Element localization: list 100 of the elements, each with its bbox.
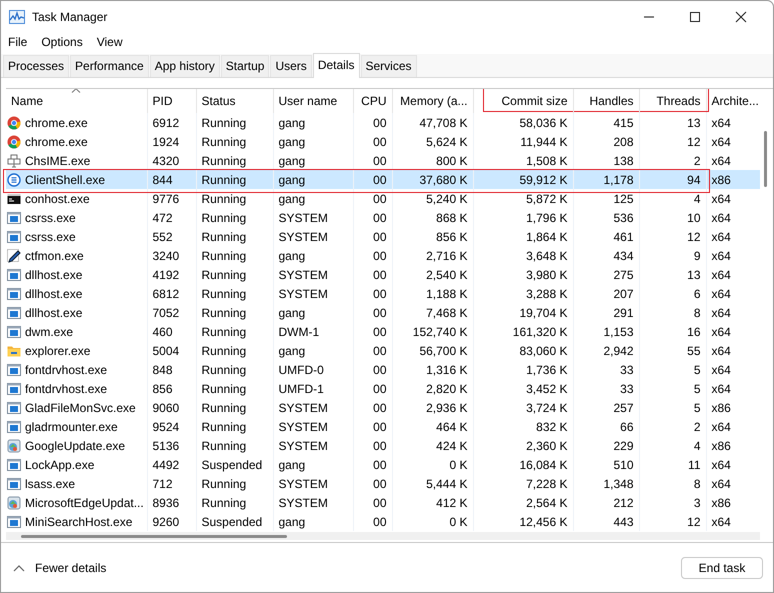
table-row[interactable]: dllhost.exe 6812 Running SYSTEM 00 1,188 K 3,288 K 207 6 x64 [6,284,760,303]
process-icon [7,230,21,244]
table-row[interactable]: GoogleUpdate.exe 5136 Running SYSTEM 00 424 K 2,360 K 229 4 x86 [6,436,760,455]
table-cell: 4192 [152,268,180,282]
table-cell: 00 [373,154,386,168]
table-row[interactable]: csrss.exe 472 Running SYSTEM 00 868 K 1,796 K 536 10 x64 [6,208,760,227]
table-cell: 00 [373,496,386,510]
table-cell: x86 [712,438,731,452]
table-cell: Running [202,496,246,510]
table-cell: 9060 [152,400,180,414]
table-row[interactable]: csrss.exe 552 Running SYSTEM 00 856 K 1,864 K 461 12 x64 [6,227,760,246]
table-row[interactable]: ClientShell.exe 844 Running gang 00 37,680 K 59,912 K 1,178 94 x86 [6,170,760,189]
table-cell: 5 [694,400,700,414]
table-cell: 94 [687,172,700,186]
table-row[interactable]: MicrosoftEdgeUpdat... 8936 Running SYSTEM 00 412 K 2,564 K 212 3 x86 [6,493,760,512]
table-cell: 58,036 K [519,116,568,130]
column-header[interactable]: Status [196,89,273,113]
table-cell: 412 K [436,496,468,510]
table-cell: DWM-1 [278,324,320,338]
tab[interactable]: Details [312,53,360,78]
table-cell: 00 [373,172,386,186]
menu-item[interactable]: View [92,35,126,49]
process-icon [7,286,21,300]
table-cell: Running [202,438,246,452]
table-row[interactable]: dllhost.exe 4192 Running SYSTEM 00 2,540 K 3,980 K 275 13 x64 [6,265,760,284]
table-cell: 2,936 K [426,400,468,414]
tab[interactable]: Startup [220,55,270,77]
table-cell: 00 [373,192,386,206]
menu-item[interactable]: File [4,35,32,49]
process-name: ChsIME.exe [25,154,90,168]
table-cell: 2 [694,420,700,434]
table-cell: 00 [373,514,386,528]
table-cell: 2 [694,154,700,168]
table-row[interactable]: dwm.exe 460 Running DWM-1 00 152,740 K 161,320 K 1,153 16 x64 [6,322,760,341]
table-cell: UMFD-1 [278,382,324,396]
table-row[interactable]: fontdrvhost.exe 856 Running UMFD-1 00 2,820 K 3,452 K 33 5 x64 [6,379,760,398]
process-name: GoogleUpdate.exe [25,438,126,452]
table-cell: Running [202,420,246,434]
table-row[interactable]: ctfmon.exe 3240 Running gang 00 2,716 K 3,648 K 434 9 x64 [6,246,760,265]
table-cell: 0 K [449,514,468,528]
table-row[interactable]: fontdrvhost.exe 848 Running UMFD-0 00 1,316 K 1,736 K 33 5 x64 [6,360,760,379]
table-row[interactable]: LockApp.exe 4492 Suspended gang 00 0 K 16,084 K 510 11 x64 [6,455,760,474]
maximize-icon[interactable] [689,10,701,22]
fewer-details-button[interactable]: Fewer details [13,560,106,574]
process-icon [7,362,21,376]
process-icon [7,514,21,528]
tab[interactable]: Performance [70,55,149,77]
table-cell: 460 [152,324,173,338]
table-cell: 2,540 K [426,268,468,282]
table-cell: 00 [373,458,386,472]
table-cell: Suspended [202,514,262,528]
end-task-button[interactable]: End task [681,556,763,578]
table-cell: 291 [613,306,634,320]
table-cell: Suspended [202,458,262,472]
column-header[interactable]: CPU [353,89,392,113]
process-name: fontdrvhost.exe [25,362,108,376]
table-row[interactable]: dllhost.exe 7052 Running gang 00 7,468 K 19,704 K 291 8 x64 [6,303,760,322]
column-header[interactable]: Name [6,89,147,113]
table-cell: 16 [687,324,700,338]
tab[interactable]: App history [150,55,220,77]
table-cell: SYSTEM [278,230,328,244]
horizontal-scrollbar[interactable] [6,532,760,540]
table-row[interactable]: GladFileMonSvc.exe 9060 Running SYSTEM 00 2,936 K 3,724 K 257 5 x86 [6,398,760,417]
table-cell: 00 [373,210,386,224]
table-cell: 832 K [536,420,568,434]
table-row[interactable]: conhost.exe 9776 Running gang 00 5,240 K 5,872 K 125 4 x64 [6,189,760,208]
table-row[interactable]: gladrmounter.exe 9524 Running SYSTEM 00 464 K 832 K 66 2 x64 [6,417,760,436]
column-header[interactable]: Memory (a... [392,89,473,113]
menu-item[interactable]: Options [37,35,87,49]
tab[interactable]: Users [270,55,312,77]
column-header[interactable]: PID [147,89,196,113]
table-cell: 8 [694,306,700,320]
table-row[interactable]: chrome.exe 1924 Running gang 00 5,624 K 11,944 K 208 12 x64 [6,132,760,151]
process-name: lsass.exe [25,476,76,490]
table-cell: Running [202,268,246,282]
table-cell: 4492 [152,458,180,472]
table-cell: 461 [613,230,634,244]
table-cell: 00 [373,116,386,130]
table-cell: 1,864 K [526,230,568,244]
table-cell: 712 [152,476,173,490]
table-cell: Running [202,134,246,148]
tab[interactable]: Services [360,55,417,77]
table-cell: x64 [712,382,731,396]
column-header[interactable]: Archite... [706,89,760,113]
table-cell: 5,872 K [526,192,568,206]
table-cell: 1,178 [603,172,634,186]
table-row[interactable]: explorer.exe 5004 Running gang 00 56,700 K 83,060 K 2,942 55 x64 [6,341,760,360]
table-cell: 00 [373,476,386,490]
table-cell: 5 [694,362,700,376]
table-row[interactable]: chrome.exe 6912 Running gang 00 47,708 K 58,036 K 415 13 x64 [6,113,760,132]
table-cell: 00 [373,344,386,358]
table-row[interactable]: MiniSearchHost.exe 9260 Suspended gang 00 0 K 12,456 K 443 12 x64 [6,512,760,531]
table-row[interactable]: lsass.exe 712 Running SYSTEM 00 5,444 K 7,228 K 1,348 8 x64 [6,474,760,493]
table-cell: Running [202,324,246,338]
close-icon[interactable] [735,10,747,22]
table-cell: Running [202,210,246,224]
process-name: csrss.exe [25,210,76,224]
column-header[interactable]: User name [273,89,353,113]
tab[interactable]: Processes [3,55,70,77]
table-cell: 1,188 K [426,286,468,300]
